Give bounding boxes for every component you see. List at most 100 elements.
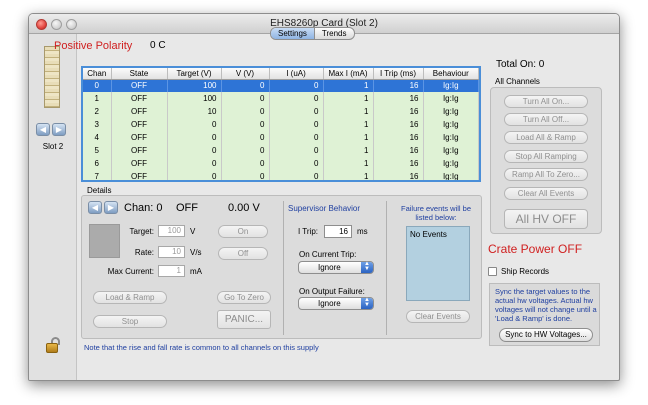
- table-cell: 0: [221, 92, 270, 105]
- stop-button[interactable]: Stop: [93, 315, 167, 328]
- tab-trends[interactable]: Trends: [315, 28, 354, 39]
- crate-power-status: Crate Power OFF: [488, 242, 583, 256]
- updown-arrow-icon: ▲ ▼: [361, 261, 373, 273]
- col-target[interactable]: Target (V): [167, 68, 222, 80]
- load-all-ramp-button[interactable]: Load All & Ramp: [504, 131, 588, 144]
- col-chan[interactable]: Chan: [83, 68, 112, 80]
- supervisor-title: Supervisor Behavior: [288, 204, 361, 213]
- table-cell: 1: [323, 105, 374, 118]
- table-cell: 0: [221, 118, 270, 131]
- rate-input[interactable]: 10: [158, 246, 185, 258]
- table-cell: 5: [83, 144, 112, 157]
- itrip-input[interactable]: 16: [324, 225, 352, 238]
- table-cell: Ig:Ig: [423, 118, 479, 131]
- table-row[interactable]: 0 OFF 100 0 0 1 16 Ig:Ig: [83, 79, 479, 92]
- table-cell: 6: [83, 157, 112, 170]
- table-cell: 1: [323, 118, 374, 131]
- col-itrip[interactable]: I Trip (ms): [373, 68, 424, 80]
- card-icon: [44, 46, 60, 108]
- table-cell: 0: [167, 157, 222, 170]
- status-color-swatch: [89, 224, 120, 258]
- table-cell: OFF: [111, 105, 168, 118]
- table-row[interactable]: 2 OFF 10 0 0 1 16 Ig:Ig: [83, 105, 479, 118]
- table-cell: 1: [323, 144, 374, 157]
- table-cell: 0: [269, 157, 324, 170]
- table-cell: 3: [83, 118, 112, 131]
- table-row[interactable]: 7 OFF 0 0 0 1 16 Ig:Ig: [83, 170, 479, 180]
- clear-all-events-button[interactable]: Clear All Events: [504, 187, 588, 200]
- ramp-all-to-zero-button[interactable]: Ramp All To Zero...: [504, 168, 588, 181]
- table-cell: 16: [373, 170, 424, 180]
- table-cell: OFF: [111, 92, 168, 105]
- next-channel-button[interactable]: ▶: [104, 201, 118, 214]
- arrow-right-icon: ▶: [55, 125, 63, 134]
- table-row[interactable]: 3 OFF 0 0 0 1 16 Ig:Ig: [83, 118, 479, 131]
- target-input[interactable]: 100: [158, 225, 185, 237]
- channel-on-button[interactable]: On: [218, 225, 268, 238]
- on-output-failure-select[interactable]: Ignore ▲ ▼: [298, 297, 374, 310]
- ship-records-label: Ship Records: [501, 267, 550, 276]
- table-cell: 0: [167, 144, 222, 157]
- arrow-right-icon: ▶: [107, 203, 115, 212]
- failure-events-title: Failure events will be listed below:: [400, 204, 472, 222]
- table-cell: OFF: [111, 79, 168, 92]
- table-cell: 1: [323, 170, 374, 180]
- next-slot-button[interactable]: ▶: [52, 123, 66, 136]
- tab-settings[interactable]: Settings: [271, 28, 315, 39]
- table-cell: OFF: [111, 157, 168, 170]
- turn-all-on-button[interactable]: Turn All On...: [504, 95, 588, 108]
- table-cell: 0: [221, 105, 270, 118]
- table-cell: 16: [373, 105, 424, 118]
- ship-records-option[interactable]: Ship Records: [488, 267, 549, 276]
- table-row[interactable]: 6 OFF 0 0 0 1 16 Ig:Ig: [83, 157, 479, 170]
- load-ramp-button[interactable]: Load & Ramp: [93, 291, 167, 304]
- table-cell: Ig:Ig: [423, 79, 479, 92]
- ship-records-checkbox[interactable]: [488, 267, 497, 276]
- table-cell: Ig:Ig: [423, 144, 479, 157]
- total-on-readout: Total On: 0: [496, 59, 545, 70]
- turn-all-off-button[interactable]: Turn All Off...: [504, 113, 588, 126]
- details-divider-2: [386, 201, 387, 335]
- table-cell: 1: [323, 131, 374, 144]
- prev-slot-button[interactable]: ◀: [36, 123, 50, 136]
- table-cell: Ig:Ig: [423, 131, 479, 144]
- table-cell: 7: [83, 170, 112, 180]
- table-cell: 1: [323, 157, 374, 170]
- channel-off-button[interactable]: Off: [218, 247, 268, 260]
- view-tabs: Settings Trends: [270, 27, 355, 40]
- table-cell: 0: [221, 79, 270, 92]
- updown-arrow-icon: ▲ ▼: [361, 297, 373, 309]
- table-cell: 100: [167, 92, 222, 105]
- panic-button[interactable]: PANIC...: [217, 310, 271, 329]
- table-cell: 16: [373, 144, 424, 157]
- table-row[interactable]: 1 OFF 100 0 0 1 16 Ig:Ig: [83, 92, 479, 105]
- all-hv-off-button[interactable]: All HV OFF: [504, 209, 588, 229]
- col-state[interactable]: State: [111, 68, 168, 80]
- table-cell: 0: [269, 144, 324, 157]
- sync-group: Sync the target values to the actual hw …: [489, 283, 600, 346]
- lock-icon[interactable]: [46, 337, 60, 353]
- col-voltage[interactable]: V (V): [221, 68, 270, 80]
- detail-voltage: 0.00 V: [228, 202, 260, 214]
- table-cell: 100: [167, 79, 222, 92]
- table-header-row: Chan State Target (V) V (V) I (uA) Max I…: [83, 68, 479, 80]
- prev-channel-button[interactable]: ◀: [88, 201, 102, 214]
- table-row[interactable]: 4 OFF 0 0 0 1 16 Ig:Ig: [83, 131, 479, 144]
- col-current[interactable]: I (uA): [269, 68, 324, 80]
- table-cell: 0: [269, 79, 324, 92]
- go-to-zero-button[interactable]: Go To Zero: [217, 291, 271, 304]
- max-current-input[interactable]: 1: [158, 265, 185, 277]
- stop-all-ramping-button[interactable]: Stop All Ramping: [504, 150, 588, 163]
- itrip-label: I Trip:: [297, 227, 318, 236]
- arrow-left-icon: ◀: [91, 203, 99, 212]
- col-max-current[interactable]: Max I (mA): [323, 68, 374, 80]
- table-row[interactable]: 5 OFF 0 0 0 1 16 Ig:Ig: [83, 144, 479, 157]
- clear-events-button[interactable]: Clear Events: [406, 310, 470, 323]
- failure-events-list[interactable]: No Events: [406, 226, 470, 301]
- col-behaviour[interactable]: Behaviour: [423, 68, 479, 80]
- sync-hw-voltages-button[interactable]: Sync to HW Voltages...: [499, 328, 593, 342]
- all-channels-label: All Channels: [495, 77, 540, 86]
- details-divider-1: [283, 201, 284, 335]
- on-current-trip-select[interactable]: Ignore ▲ ▼: [298, 261, 374, 274]
- channel-table[interactable]: Chan State Target (V) V (V) I (uA) Max I…: [81, 66, 481, 182]
